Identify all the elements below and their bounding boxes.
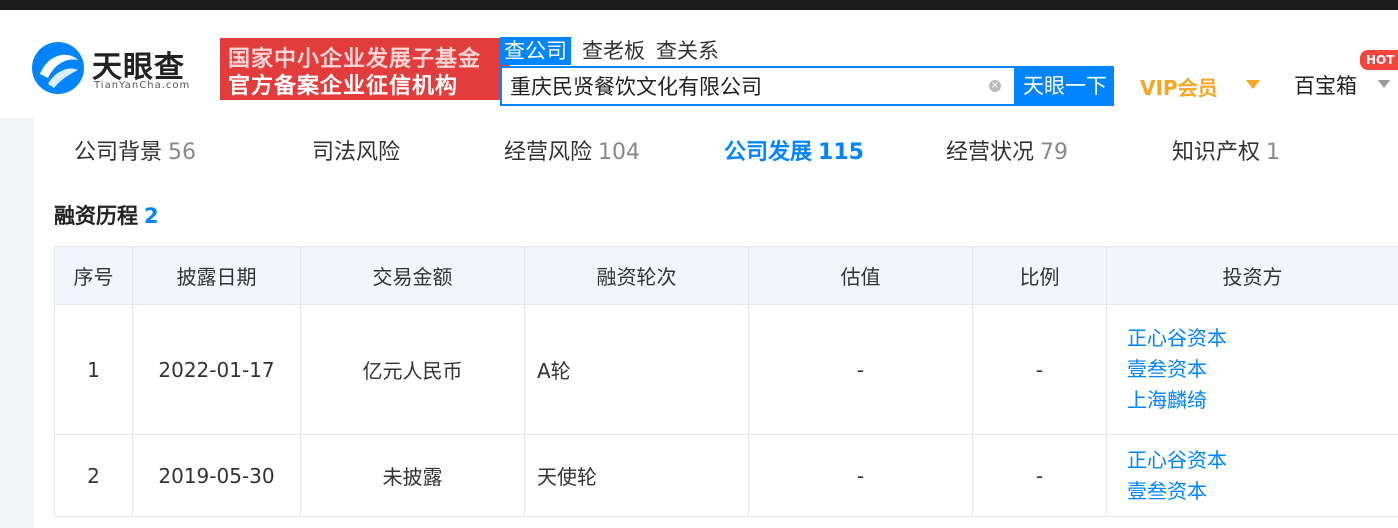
row-date: 2019-05-30 [132, 434, 301, 517]
vip-dropdown-caret-icon[interactable] [1246, 80, 1260, 89]
tab-count: 1 [1266, 140, 1281, 165]
table-row: 1 2022-01-17 亿元人民币 A轮 - - 正心谷资本 壹叁资本 上海麟… [54, 304, 1398, 435]
company-detail-panel: 公司背景 56 司法风险 经营风险 104 公司发展 115 经营状况 79 知识产权 1… [34, 118, 1398, 528]
row-amount: 亿元人民币 [300, 304, 525, 435]
row-investors: 正心谷资本 壹叁资本 [1106, 434, 1398, 517]
tab-legal-risk[interactable]: 司法风险 [312, 134, 406, 166]
section-title: 融资历程 2 [54, 200, 159, 230]
tab-label: 知识产权 [1172, 140, 1261, 165]
row-valuation: - [748, 434, 973, 517]
eye-logo-icon [32, 42, 84, 94]
tab-intellectual-property[interactable]: 知识产权 1 [1172, 134, 1280, 166]
site-header: 天眼查 TianYanCha.com 国家中小企业发展子基金 官方备案企业征信机… [0, 10, 1398, 118]
toolbox-caret-icon[interactable] [1378, 80, 1390, 88]
search-tab-relation[interactable]: 查关系 [656, 37, 719, 65]
row-index: 1 [54, 304, 133, 435]
tab-label: 司法风险 [312, 140, 401, 165]
investor-link[interactable]: 上海麟绮 [1107, 385, 1398, 416]
column-header-investors: 投资方 [1106, 246, 1398, 305]
row-amount: 未披露 [300, 434, 525, 517]
table-row: 2 2019-05-30 未披露 天使轮 - - 正心谷资本 壹叁资本 [54, 434, 1398, 517]
tab-company-development[interactable]: 公司发展 115 [724, 134, 864, 166]
search-button[interactable]: 天眼一下 [1016, 66, 1114, 106]
column-header-index: 序号 [54, 246, 133, 305]
row-index: 2 [54, 434, 133, 517]
column-header-date: 披露日期 [132, 246, 301, 305]
tab-label: 经营状况 [946, 140, 1035, 165]
search-box: × [500, 66, 1016, 106]
site-logo[interactable]: 天眼查 TianYanCha.com [30, 40, 210, 100]
row-round: A轮 [524, 304, 749, 435]
toolbox-menu[interactable]: 百宝箱 [1294, 70, 1357, 100]
row-investors: 正心谷资本 壹叁资本 上海麟绮 [1106, 304, 1398, 435]
search-tab-boss[interactable]: 查老板 [582, 37, 645, 65]
window-top-strip [0, 0, 1398, 10]
investor-link[interactable]: 壹叁资本 [1107, 354, 1398, 385]
column-header-valuation: 估值 [748, 246, 973, 305]
vip-member-link[interactable]: VIP会员 [1140, 72, 1218, 101]
logo-subtext: TianYanCha.com [94, 80, 191, 91]
table-header-row: 序号 披露日期 交易金额 融资轮次 估值 比例 投资方 [54, 246, 1398, 305]
tab-count: 56 [168, 140, 197, 165]
tab-business-status[interactable]: 经营状况 79 [946, 134, 1068, 166]
tab-count: 104 [598, 140, 641, 165]
tab-label: 公司发展 [724, 140, 813, 165]
column-header-round: 融资轮次 [524, 246, 749, 305]
investor-link[interactable]: 正心谷资本 [1107, 323, 1398, 354]
column-header-ratio: 比例 [972, 246, 1107, 305]
row-ratio: - [972, 434, 1107, 517]
column-header-amount: 交易金额 [300, 246, 525, 305]
tab-company-background[interactable]: 公司背景 56 [74, 134, 196, 166]
row-date: 2022-01-17 [132, 304, 301, 435]
row-valuation: - [748, 304, 973, 435]
tab-label: 公司背景 [74, 140, 163, 165]
section-title-text: 融资历程 [54, 204, 138, 228]
tab-count: 79 [1040, 140, 1069, 165]
banner-line-2: 官方备案企业征信机构 [228, 74, 459, 99]
search-tab-company[interactable]: 查公司 [500, 37, 571, 65]
promo-banner[interactable]: 国家中小企业发展子基金 官方备案企业征信机构 [220, 38, 510, 100]
investor-link[interactable]: 壹叁资本 [1107, 476, 1398, 507]
row-round: 天使轮 [524, 434, 749, 517]
investor-link[interactable]: 正心谷资本 [1107, 445, 1398, 476]
search-input[interactable] [510, 72, 970, 100]
section-count: 2 [144, 204, 159, 228]
financing-history-table: 序号 披露日期 交易金额 融资轮次 估值 比例 投资方 1 2022-01-17… [54, 246, 1398, 517]
hot-badge: HOT [1360, 50, 1398, 70]
tab-operating-risk[interactable]: 经营风险 104 [504, 134, 640, 166]
row-ratio: - [972, 304, 1107, 435]
clear-icon[interactable]: × [989, 80, 1001, 92]
tab-label: 经营风险 [504, 140, 593, 165]
tab-count: 115 [818, 140, 864, 165]
